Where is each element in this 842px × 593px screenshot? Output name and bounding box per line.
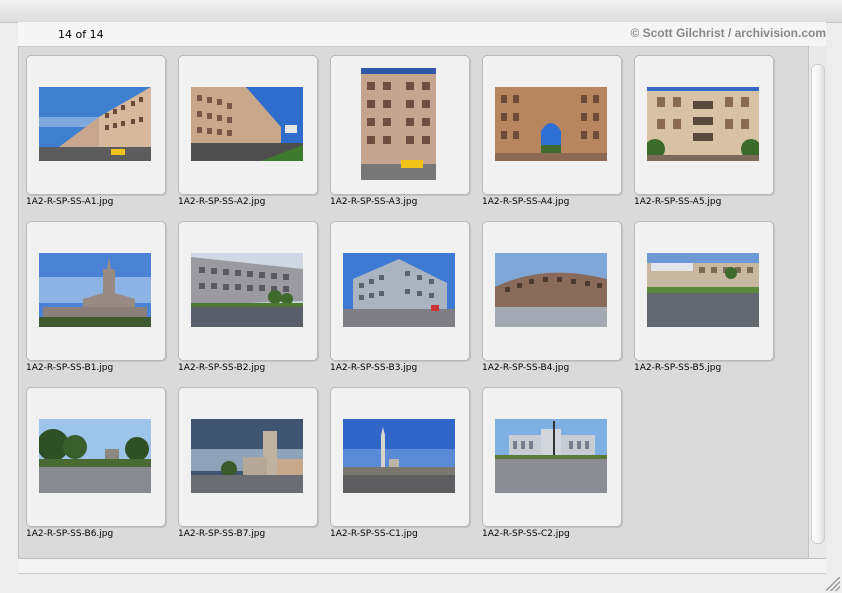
wide-plaza-building-photo[interactable] <box>495 419 607 493</box>
arched-gateway-building-photo[interactable] <box>495 87 607 161</box>
vertical-scrollbar[interactable] <box>808 46 827 558</box>
resize-grip-icon[interactable] <box>826 577 840 591</box>
thumbnail-filename: 1A2-R-SP-SS-A1.jpg <box>26 197 114 207</box>
thumbnail-item[interactable]: 1A2-R-SP-SS-C1.jpg <box>330 387 470 553</box>
thumbnail-item[interactable]: 1A2-R-SP-SS-C2.jpg <box>482 387 622 553</box>
image-counter: 14 of 14 <box>58 28 104 41</box>
thumbnail-item[interactable]: 1A2-R-SP-SS-A5.jpg <box>634 55 774 221</box>
thumbnail-filename: 1A2-R-SP-SS-B3.jpg <box>330 363 418 373</box>
thumbnail-filename: 1A2-R-SP-SS-B2.jpg <box>178 363 266 373</box>
thumbnail-item[interactable]: 1A2-R-SP-SS-A2.jpg <box>178 55 318 221</box>
shopfront-street-photo[interactable] <box>647 253 759 327</box>
thumbnail-item[interactable]: 1A2-R-SP-SS-B4.jpg <box>482 221 622 387</box>
thumbnail-filename: 1A2-R-SP-SS-B7.jpg <box>178 529 266 539</box>
window-top-bar <box>0 0 842 23</box>
thumbnail-filename: 1A2-R-SP-SS-A3.jpg <box>330 197 418 207</box>
scrollbar-thumb[interactable] <box>811 64 825 544</box>
thumbnail-filename: 1A2-R-SP-SS-C1.jpg <box>330 529 418 539</box>
thumbnail-filename: 1A2-R-SP-SS-A4.jpg <box>482 197 570 207</box>
thumbnail-item[interactable]: 1A2-R-SP-SS-B2.jpg <box>178 221 318 387</box>
thumbnail-filename: 1A2-R-SP-SS-C2.jpg <box>482 529 570 539</box>
thumbnail-filename: 1A2-R-SP-SS-B6.jpg <box>26 529 114 539</box>
trees-park-photo[interactable] <box>39 419 151 493</box>
thumbnail-filename: 1A2-R-SP-SS-A2.jpg <box>178 197 266 207</box>
long-building-photo[interactable] <box>191 253 303 327</box>
thumbnail-filename: 1A2-R-SP-SS-B5.jpg <box>634 363 722 373</box>
horizontal-scrollbar[interactable] <box>18 558 826 574</box>
viewer-header: 14 of 14 © Scott Gilchrist / archivision… <box>18 22 826 46</box>
obelisk-square-photo[interactable] <box>343 419 455 493</box>
thumbnail-filename: 1A2-R-SP-SS-A5.jpg <box>634 197 722 207</box>
thumbnail-item[interactable]: 1A2-R-SP-SS-B6.jpg <box>26 387 166 553</box>
thumbnail-item[interactable]: 1A2-R-SP-SS-B1.jpg <box>26 221 166 387</box>
thumbnail-filename: 1A2-R-SP-SS-B1.jpg <box>26 363 114 373</box>
curved-building-plaza-photo[interactable] <box>495 253 607 327</box>
thumbnail-item[interactable]: 1A2-R-SP-SS-B7.jpg <box>178 387 318 553</box>
thumbnail-item[interactable]: 1A2-R-SP-SS-A3.jpg <box>330 55 470 221</box>
thumbnail-item[interactable]: 1A2-R-SP-SS-B3.jpg <box>330 221 470 387</box>
corner-building-photo[interactable] <box>343 253 455 327</box>
apartment-building-street-photo[interactable] <box>191 87 303 161</box>
apartment-building-street-photo[interactable] <box>39 87 151 161</box>
copyright-credit: © Scott Gilchrist / archivision.com <box>630 26 826 40</box>
thumbnail-grid: 1A2-R-SP-SS-A1.jpg 1A2-R-SP-SS-A2.jpg 1A… <box>18 46 809 559</box>
thumbnail-item[interactable]: 1A2-R-SP-SS-A1.jpg <box>26 55 166 221</box>
apartment-facade-photo[interactable] <box>361 68 436 180</box>
thumbnail-item[interactable]: 1A2-R-SP-SS-A4.jpg <box>482 55 622 221</box>
tower-storm-sky-photo[interactable] <box>191 419 303 493</box>
thumbnail-item[interactable]: 1A2-R-SP-SS-B5.jpg <box>634 221 774 387</box>
balcony-facade-photo[interactable] <box>647 87 759 161</box>
spired-tower-photo[interactable] <box>39 253 151 327</box>
thumbnail-filename: 1A2-R-SP-SS-B4.jpg <box>482 363 570 373</box>
